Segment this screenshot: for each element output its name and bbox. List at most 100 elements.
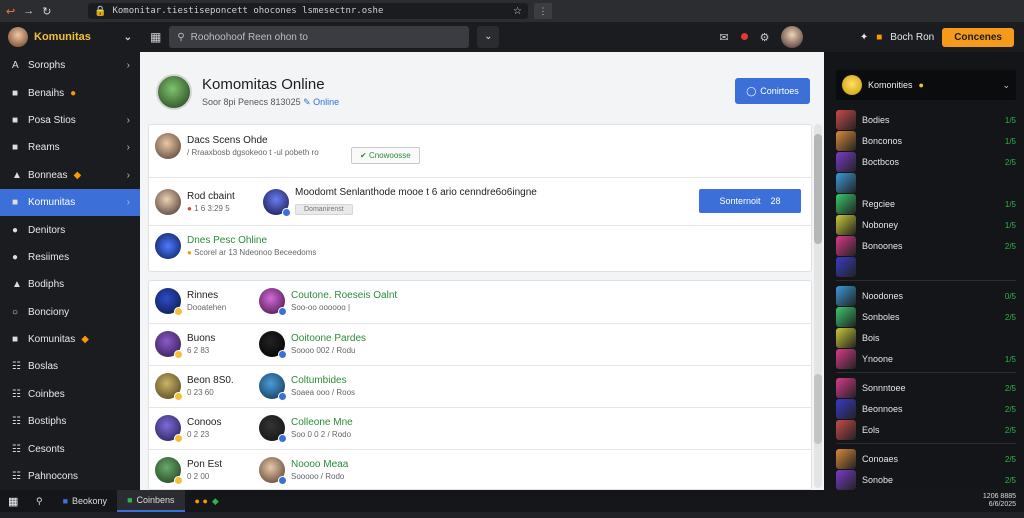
pin-icon[interactable]: ✦ xyxy=(860,32,868,43)
community-item[interactable]: Ynoone 1/5 xyxy=(836,349,1016,369)
sidebar-item[interactable]: ☷ Cesonts xyxy=(0,435,140,462)
sidebar-item[interactable]: ● Resiimes xyxy=(0,244,140,271)
star-icon: ● xyxy=(918,80,924,90)
list-item[interactable]: RinnesDooatehen23Coutone. Roeseis OalntS… xyxy=(149,281,811,322)
avatar[interactable] xyxy=(259,288,287,316)
avatar[interactable] xyxy=(155,233,181,259)
community-item[interactable]: Bodies 1/5 xyxy=(836,110,1016,130)
member-name[interactable]: Rod cbaint xyxy=(187,191,257,202)
avatar[interactable] xyxy=(259,457,287,485)
community-item[interactable]: Bois xyxy=(836,328,1016,348)
scrollbar[interactable] xyxy=(814,124,822,488)
community-item[interactable]: Noodones 0/5 xyxy=(836,286,1016,306)
avatar[interactable] xyxy=(155,188,181,215)
community-item[interactable] xyxy=(836,173,1016,193)
taskbar-clock[interactable]: 1206 8885 6/6/2025 xyxy=(983,493,1024,509)
community-item[interactable]: Regciee 1/5 xyxy=(836,194,1016,214)
avatar[interactable] xyxy=(155,133,181,159)
community-item[interactable]: Bonconos 1/5 xyxy=(836,131,1016,151)
list-item[interactable]: Conoos0 2 2310Colleone MneSoo 0 0 2 / Ro… xyxy=(149,407,811,448)
taskbar-app-2[interactable]: ■ Coinbens xyxy=(117,490,185,512)
search-filter-dropdown[interactable]: ⌄ xyxy=(477,26,500,48)
sidebar-item[interactable]: ■ Reams › xyxy=(0,134,140,161)
scrollbar-thumb-secondary[interactable] xyxy=(814,374,822,444)
community-avatar[interactable] xyxy=(156,74,192,110)
extensions-button[interactable]: ⋮ xyxy=(534,3,552,19)
star-icon[interactable]: ☆ xyxy=(513,6,522,17)
avatar[interactable] xyxy=(155,457,183,485)
message-avatar[interactable] xyxy=(263,188,291,217)
connect-button[interactable]: ◯ Conirtoes xyxy=(735,78,810,104)
community-name[interactable]: Coutone. Roeseis Oalnt xyxy=(291,290,397,301)
community-item[interactable]: Bonoones 2/5 xyxy=(836,236,1016,256)
avatar[interactable] xyxy=(259,415,287,443)
grid-icon[interactable]: ▦ xyxy=(150,30,161,44)
avatar[interactable] xyxy=(155,373,183,401)
community-name[interactable]: Ooitoone Pardes xyxy=(291,333,366,344)
search-input[interactable]: ⚲ Roohoohoof Reen ohon to xyxy=(169,26,470,48)
sidebar-item[interactable]: ☷ Pahnocons xyxy=(0,463,140,490)
list-item[interactable]: Beon 8S0.0 23 6010ColtumbidesSoaea ooo /… xyxy=(149,365,811,406)
member-right: Coutone. Roeseis Oalnt Soo-oo oooooo | xyxy=(259,288,397,316)
member-right: Noooo Meaa Sooooo / Rodo xyxy=(259,457,348,485)
member-name[interactable]: Pon Est xyxy=(187,459,257,470)
back-icon[interactable]: ↩ xyxy=(6,5,15,18)
status-pill-button[interactable]: ✔ Cnowoosse xyxy=(351,147,420,164)
user-avatar[interactable] xyxy=(781,26,804,48)
member-name[interactable]: Conoos xyxy=(187,417,257,428)
scrollbar-thumb[interactable] xyxy=(814,134,822,244)
windows-start-icon[interactable]: ▦ xyxy=(8,495,26,508)
sidebar-item[interactable]: ■ Komunitas ◆ xyxy=(0,326,140,353)
forward-icon[interactable]: → xyxy=(23,5,34,18)
activity-name[interactable]: Dacs Scens Ohde xyxy=(187,135,319,146)
avatar[interactable] xyxy=(259,331,287,359)
taskbar: ▦ ⚲ ■ Beokony ■ Coinbens ● ● ◆ 1206 8885… xyxy=(0,490,1024,512)
bell-icon[interactable] xyxy=(740,31,748,43)
avatar[interactable] xyxy=(155,331,183,359)
sidebar-item[interactable]: ☷ Coinbes xyxy=(0,381,140,408)
brand-switcher[interactable]: Komunitas ⌄ xyxy=(0,27,140,47)
community-item[interactable]: Sonobe 2/5 xyxy=(836,470,1016,490)
online-member-name[interactable]: Dnes Pesc Ohline xyxy=(187,235,316,246)
community-item[interactable]: Boctbcos 2/5 xyxy=(836,152,1016,172)
list-item[interactable]: Buons6 2 8313Ooitoone PardesSoooo 002 / … xyxy=(149,323,811,364)
community-name[interactable]: Coltumbides xyxy=(291,375,355,386)
sidebar-item[interactable]: A Sorophs › xyxy=(0,52,140,79)
community-item[interactable]: Sonboles 2/5 xyxy=(836,307,1016,327)
sidebar-item[interactable]: ■ Benaihs ● xyxy=(0,79,140,106)
sidebar-item[interactable]: ■ Posa Stios › xyxy=(0,107,140,134)
sidebar-item[interactable]: ● Denitors xyxy=(0,216,140,243)
community-item[interactable]: Sonnntoee 2/5 xyxy=(836,378,1016,398)
community-name[interactable]: Noooo Meaa xyxy=(291,459,348,470)
taskbar-search-icon[interactable]: ⚲ xyxy=(26,490,53,512)
invite-button[interactable]: Sonternoit 28 xyxy=(699,189,801,213)
avatar[interactable] xyxy=(155,288,183,316)
sidebar-item[interactable]: ☷ Bostiphs xyxy=(0,408,140,435)
member-name[interactable]: Rinnes xyxy=(187,290,257,301)
taskbar-app-1[interactable]: ■ Beokony xyxy=(53,490,117,512)
sidebar-item[interactable]: ○ Bonciony xyxy=(0,299,140,326)
community-name[interactable]: Colleone Mne xyxy=(291,417,353,428)
avatar[interactable] xyxy=(259,373,287,401)
community-item[interactable]: Beonnoes 2/5 xyxy=(836,399,1016,419)
taskbar-pinned-icon[interactable]: ● ● ◆ xyxy=(185,490,229,512)
primary-action-button[interactable]: Concenes xyxy=(942,27,1014,47)
communities-header[interactable]: Komonities ● ⌄ xyxy=(836,70,1016,100)
community-item[interactable]: Eols 2/5 xyxy=(836,420,1016,440)
sidebar-item[interactable]: ☷ Boslas xyxy=(0,353,140,380)
sidebar-item[interactable]: ■ Komunitas › xyxy=(0,188,140,217)
community-item[interactable]: Noboney 1/5 xyxy=(836,215,1016,235)
settings-icon[interactable]: ⚙ xyxy=(760,31,770,44)
member-name[interactable]: Beon 8S0. xyxy=(187,375,257,386)
avatar[interactable] xyxy=(155,415,183,443)
chat-icon[interactable]: ✉ xyxy=(719,31,728,44)
list-item[interactable]: Pon Est0 2 0010Noooo MeaaSooooo / Rodo xyxy=(149,449,811,490)
community-item[interactable] xyxy=(836,257,1016,277)
address-bar[interactable]: 🔒 Komonitar.tiestiseponcett ohocones lsm… xyxy=(88,3,528,19)
member-name[interactable]: Buons xyxy=(187,333,257,344)
user-label[interactable]: Boch Ron xyxy=(890,32,934,43)
sidebar-item[interactable]: ▲ Bodiphs xyxy=(0,271,140,298)
sidebar-item[interactable]: ▲ Bonneas ◆ › xyxy=(0,162,140,189)
reload-icon[interactable]: ↻ xyxy=(42,5,51,18)
community-item[interactable]: Conoaes 2/5 xyxy=(836,449,1016,469)
